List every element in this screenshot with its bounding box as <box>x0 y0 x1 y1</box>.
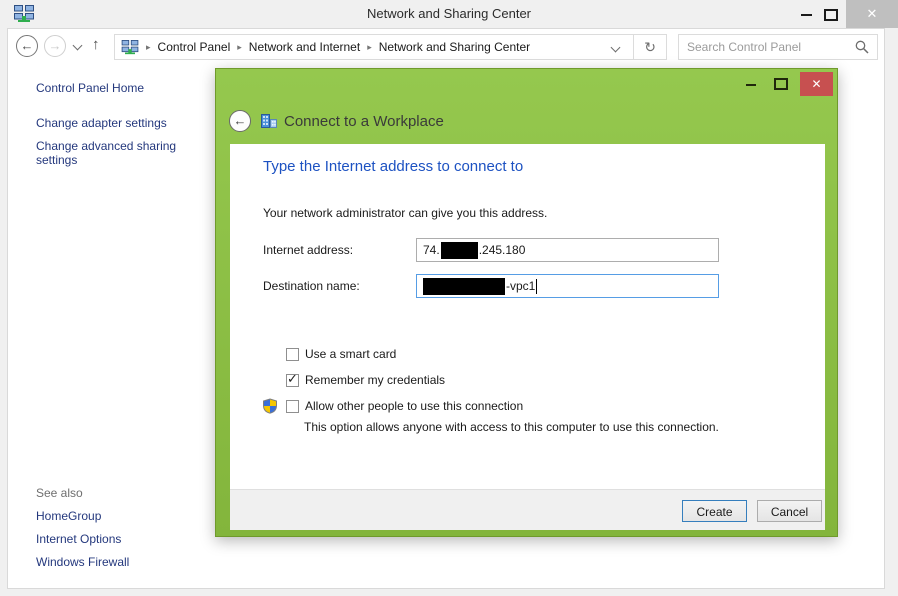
cancel-button[interactable]: Cancel <box>757 500 822 522</box>
allow-other-people-checkbox[interactable] <box>286 400 299 413</box>
search-input[interactable] <box>679 40 847 54</box>
dialog-back-button[interactable]: ← <box>229 110 251 132</box>
network-icon <box>121 40 139 55</box>
address-bar[interactable]: ▸ Control Panel ▸ Network and Internet ▸… <box>114 34 667 60</box>
use-smart-card-label: Use a smart card <box>305 347 396 361</box>
redaction-box <box>441 242 478 259</box>
use-smart-card-checkbox[interactable] <box>286 348 299 361</box>
dialog-footer: Create Cancel <box>230 489 825 530</box>
back-icon: ← <box>234 113 247 128</box>
check-icon: ✓ <box>287 371 298 387</box>
close-icon: ✕ <box>867 6 878 21</box>
internet-address-value-prefix: 74. <box>423 243 440 257</box>
redaction-box <box>423 278 505 295</box>
dialog-heading: Type the Internet address to connect to <box>263 158 523 175</box>
search-box[interactable] <box>678 34 878 60</box>
dialog-description: Your network administrator can give you … <box>263 206 547 220</box>
back-icon: ← <box>21 38 34 53</box>
remember-credentials-label: Remember my credentials <box>305 373 445 387</box>
refresh-icon[interactable]: ↻ <box>634 39 666 56</box>
title-bar: Network and Sharing Center ✕ <box>0 0 898 28</box>
forward-button[interactable]: → <box>44 35 66 57</box>
back-button[interactable]: ← <box>16 35 38 57</box>
window-title: Network and Sharing Center <box>0 0 898 28</box>
maximize-icon[interactable] <box>824 9 838 21</box>
allow-other-people-label: Allow other people to use this connectio… <box>305 399 523 413</box>
create-button[interactable]: Create <box>682 500 747 522</box>
sidebar-item-change-adapter-settings[interactable]: Change adapter settings <box>36 116 167 130</box>
dialog-close-button[interactable]: ✕ <box>800 72 833 96</box>
breadcrumb-separator-icon: ▸ <box>237 42 242 53</box>
internet-address-label: Internet address: <box>263 243 353 257</box>
see-also-heading: See also <box>36 486 83 500</box>
sidebar-item-internet-options[interactable]: Internet Options <box>36 532 121 546</box>
remember-credentials-checkbox[interactable]: ✓ <box>286 374 299 387</box>
destination-name-field[interactable]: -vpc1 <box>416 274 719 298</box>
destination-name-value-suffix: -vpc1 <box>506 279 535 293</box>
breadcrumb-network-and-sharing-center[interactable]: Network and Sharing Center <box>379 40 530 54</box>
text-cursor <box>536 279 537 294</box>
dialog-maximize-icon[interactable] <box>774 78 788 90</box>
workplace-icon <box>260 112 278 130</box>
sidebar-item-control-panel-home[interactable]: Control Panel Home <box>36 81 144 95</box>
breadcrumb-separator-icon: ▸ <box>146 42 151 53</box>
close-icon: ✕ <box>811 77 821 91</box>
dialog-content: Type the Internet address to connect to … <box>230 144 825 489</box>
close-button[interactable]: ✕ <box>846 0 898 28</box>
minimize-icon[interactable] <box>801 14 812 16</box>
up-icon[interactable]: ↑ <box>92 36 100 53</box>
forward-icon: → <box>49 38 62 53</box>
breadcrumb-control-panel[interactable]: Control Panel <box>158 40 231 54</box>
breadcrumb-network-and-internet[interactable]: Network and Internet <box>249 40 360 54</box>
destination-name-label: Destination name: <box>263 279 360 293</box>
internet-address-value-suffix: .245.180 <box>479 243 526 257</box>
dialog-title: Connect to a Workplace <box>284 113 444 130</box>
search-icon[interactable] <box>847 40 877 54</box>
address-dropdown-chevron-icon[interactable] <box>611 42 621 52</box>
connect-to-workplace-dialog: ✕ ← Connect to a Workplace Type the Inte… <box>215 68 838 537</box>
sidebar-item-change-advanced-sharing-settings[interactable]: Change advanced sharing settings <box>36 139 196 167</box>
connection-sharing-note: This option allows anyone with access to… <box>304 420 719 434</box>
sidebar-item-windows-firewall[interactable]: Windows Firewall <box>36 555 129 569</box>
internet-address-field[interactable]: 74. .245.180 <box>416 238 719 262</box>
dialog-minimize-icon[interactable] <box>746 84 756 86</box>
sidebar-item-homegroup[interactable]: HomeGroup <box>36 509 101 523</box>
uac-shield-icon <box>262 398 278 414</box>
breadcrumb-separator-icon: ▸ <box>367 42 372 53</box>
